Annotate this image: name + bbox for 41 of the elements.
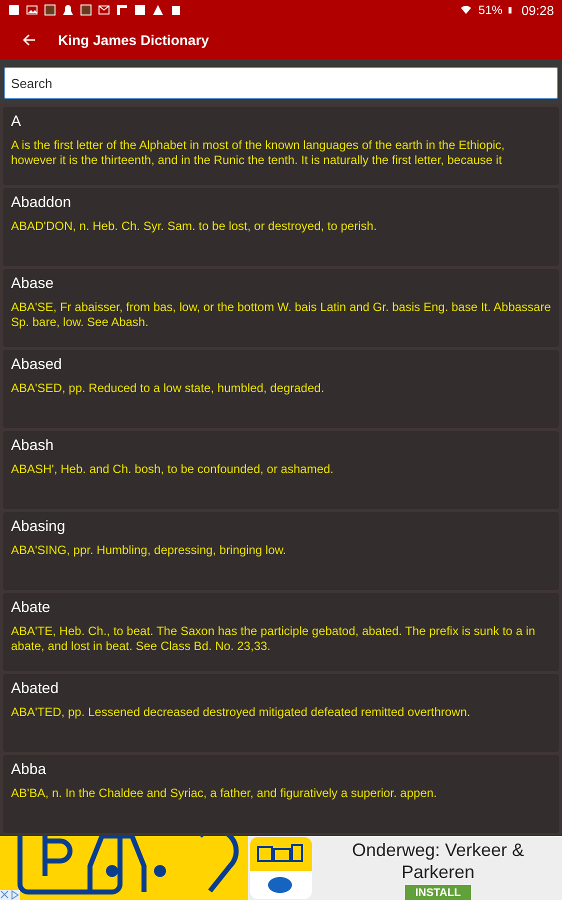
entry-word: Abaddon bbox=[11, 194, 72, 211]
entry-card[interactable]: Abaddon ABAD'DON, n. Heb. Ch. Syr. Sam. to be lost, or destroyed, to perish. bbox=[3, 188, 559, 266]
entry-card[interactable]: Abasing ABA'SING, ppr. Humbling, depressing, bringing low. bbox=[3, 512, 559, 590]
entry-word: Abasing bbox=[11, 518, 66, 535]
entry-word: Abash bbox=[11, 437, 55, 454]
clock-time: 09:28 bbox=[521, 2, 554, 18]
entry-card[interactable]: Abase ABA'SE, Fr abaisser, from bas, low, or the bottom W. bais Latin and Gr. basis Eng. base It. Abbassare Sp. bare, low. See Abash. bbox=[3, 269, 559, 347]
wifi-icon bbox=[460, 4, 472, 16]
ad-title: Onderweg: Verkeer & Parkeren bbox=[350, 839, 526, 883]
entry-card[interactable]: Abated ABA'TED, pp. Lessened decreased destroyed mitigated defeated remitted overthrown. bbox=[3, 674, 559, 752]
entry-card[interactable]: Abased ABA'SED, pp. Reduced to a low state, humbled, degraded. bbox=[3, 350, 559, 428]
entry-word: A bbox=[11, 113, 22, 130]
entry-word: Abated bbox=[11, 680, 60, 697]
flipboard-icon bbox=[116, 4, 128, 16]
app-logo-icon bbox=[250, 837, 312, 899]
entry-definition: ABA'TE, Heb. Ch., to beat. The Saxon has the participle gebatod, abated. The prefix is sunk to a in abate, and lost in beat. See Class Bd. No. 23,33. bbox=[11, 624, 536, 654]
back-arrow-icon[interactable] bbox=[22, 33, 36, 47]
warning-icon bbox=[152, 4, 164, 16]
entry-definition: ABA'SED, pp. Reduced to a low state, humbled, degraded. bbox=[11, 381, 326, 396]
entry-word: Abased bbox=[11, 356, 63, 373]
entry-card[interactable]: Abash ABASH', Heb. and Ch. bosh, to be confounded, or ashamed. bbox=[3, 431, 559, 509]
entry-definition: ABASH', Heb. and Ch. bosh, to be confounded, or ashamed. bbox=[11, 462, 334, 477]
search-field[interactable]: Search bbox=[4, 67, 558, 99]
entry-definition: ABA'SING, ppr. Humbling, depressing, bringing low. bbox=[11, 543, 288, 558]
entry-word: Abba bbox=[11, 761, 48, 778]
entry-card[interactable]: Abba AB'BA, n. In the Chaldee and Syriac, a father, and figuratively a superior. appen. bbox=[3, 755, 559, 833]
mail-icon bbox=[98, 4, 110, 16]
entry-definition: ABA'SE, Fr abaisser, from bas, low, or the bottom W. bais Latin and Gr. basis Eng. base It. Abbassare Sp. bare, low. See Abash. bbox=[11, 300, 551, 330]
app-icon bbox=[44, 4, 56, 16]
entry-definition: AB'BA, n. In the Chaldee and Syriac, a father, and figuratively a superior. appen. bbox=[11, 786, 438, 801]
app-icon bbox=[80, 4, 92, 16]
image-icon bbox=[26, 4, 38, 16]
entry-word: Abase bbox=[11, 275, 55, 292]
entry-card[interactable]: Abate ABA'TE, Heb. Ch., to beat. The Saxon has the participle gebatod, abated. The prefix is sunk to a in abate, and lost in beat. See Class Bd. No. 23,33. bbox=[3, 593, 559, 671]
entry-definition: ABA'TED, pp. Lessened decreased destroyed mitigated defeated remitted overthrown. bbox=[11, 705, 472, 720]
entry-word: Abate bbox=[11, 599, 52, 616]
ad-close-icon[interactable] bbox=[0, 890, 20, 900]
battery-percent: 51% bbox=[478, 3, 502, 17]
entry-definition: ABAD'DON, n. Heb. Ch. Syr. Sam. to be lost, or destroyed, to perish. bbox=[11, 219, 378, 234]
app-title: King James Dictionary bbox=[58, 32, 209, 48]
entry-definition: A is the first letter of the Alphabet in most of the known languages of the earth in the Ethiopic, however it is the thirteenth, and in the Runic the tenth. It is naturally the first letter, because it bbox=[11, 138, 506, 168]
